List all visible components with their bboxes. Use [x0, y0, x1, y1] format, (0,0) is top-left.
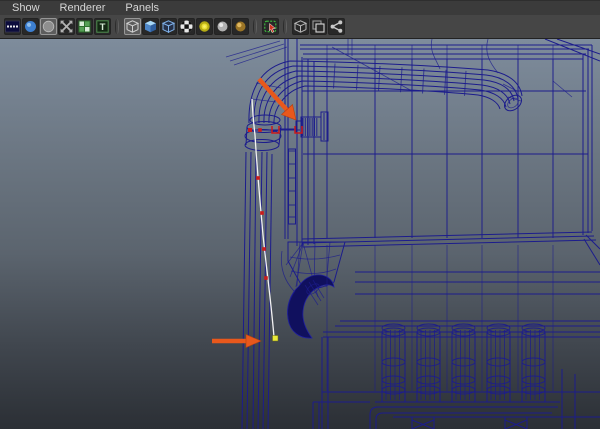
toolbar-button-isolate-select[interactable] — [261, 18, 279, 35]
toolbar-button-xray-cube[interactable] — [291, 18, 309, 35]
toolbar-button-share-nodes[interactable] — [327, 18, 345, 35]
toolbar-button-shaded-sphere[interactable] — [21, 18, 39, 35]
wireframe-model — [212, 39, 600, 429]
toolbar-button-use-all-lights[interactable] — [195, 18, 213, 35]
toolbar-button-text-annotation[interactable]: T — [93, 18, 111, 35]
toolbar-button-film-gate[interactable] — [3, 18, 21, 35]
toolbar-button-bounding-box-cube[interactable] — [159, 18, 177, 35]
menu-panels[interactable]: Panels — [119, 1, 165, 16]
four-way-arrows-icon — [60, 20, 72, 33]
toolbar-button-textured-checker[interactable] — [177, 18, 195, 35]
xray-cube-icon — [293, 20, 307, 33]
isolate-select-icon — [263, 20, 276, 33]
default-lighting-icon — [217, 21, 227, 32]
menu-renderer[interactable]: Renderer — [54, 1, 112, 16]
back-panel — [225, 39, 600, 266]
toolbar-separator — [115, 19, 119, 34]
flat-circle-icon — [42, 20, 54, 33]
field-chart-icon — [78, 20, 90, 33]
bounding-box-cube-icon — [161, 20, 175, 33]
share-nodes-icon — [330, 20, 342, 33]
viewport-3d[interactable] — [0, 39, 600, 429]
toolbar-button-four-way-arrows[interactable] — [57, 18, 75, 35]
film-gate-icon — [4, 20, 20, 33]
use-all-lights-icon — [198, 21, 210, 32]
toolbar-button-wireframe-cube[interactable] — [123, 18, 141, 35]
text-annotation-icon: T — [95, 20, 109, 33]
selected-cv[interactable] — [272, 335, 279, 342]
maya-viewport-panel: Show Renderer Panels T — [0, 0, 600, 429]
smooth-shaded-cube-icon — [144, 20, 156, 33]
toolbar-button-smooth-shaded-cube[interactable] — [141, 18, 159, 35]
toolbar-button-default-lighting[interactable] — [213, 18, 231, 35]
shaded-sphere-icon — [24, 21, 36, 32]
svg-text:T: T — [99, 22, 105, 33]
toolbar-button-field-chart[interactable] — [75, 18, 93, 35]
textured-checker-icon — [180, 20, 192, 33]
panel-toolbar: T — [0, 15, 600, 39]
wireframe-cube-icon — [125, 20, 139, 33]
xray-overlay-icon — [311, 20, 325, 33]
toolbar-button-xray-overlay[interactable] — [309, 18, 327, 35]
panel-menu-bar: Show Renderer Panels — [0, 0, 600, 15]
menu-show[interactable]: Show — [6, 1, 46, 16]
toolbar-separator — [253, 19, 257, 34]
toolbar-button-flat-circle[interactable] — [39, 18, 57, 35]
gold-material-light-icon — [235, 21, 245, 32]
toolbar-button-gold-material-light[interactable] — [231, 18, 249, 35]
toolbar-separator — [283, 19, 287, 34]
